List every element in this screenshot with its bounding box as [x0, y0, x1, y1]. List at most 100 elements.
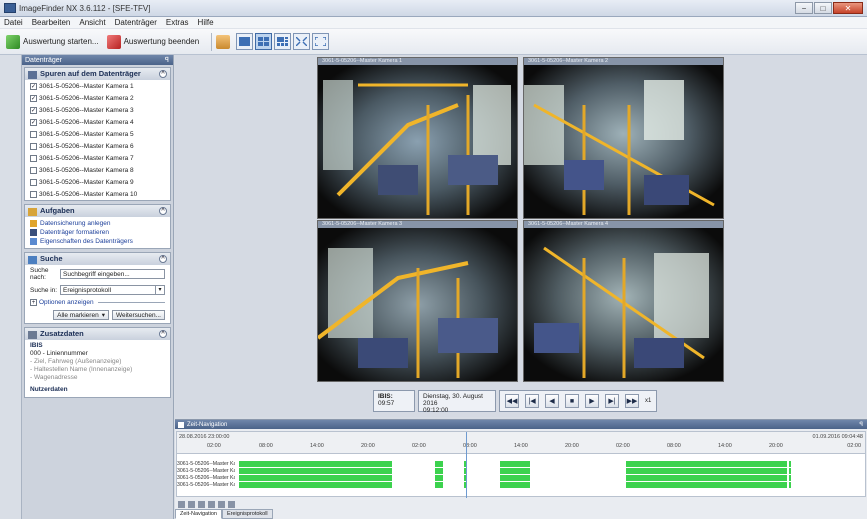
- close-button[interactable]: ✕: [833, 2, 863, 14]
- track-checkbox[interactable]: ✓: [30, 118, 37, 126]
- track-item[interactable]: ✓ 3061-5-05206--Master Kamera 2: [25, 92, 170, 104]
- time-ruler[interactable]: 28.08.2016 23:00:00 02:00 01.09.2016 09:…: [177, 432, 865, 454]
- recording-segment[interactable]: [789, 461, 791, 467]
- pin-icon[interactable]: ꟼ: [165, 56, 169, 64]
- minimize-button[interactable]: −: [795, 2, 813, 14]
- task-properties[interactable]: Eigenschaften des Datenträgers: [25, 237, 170, 246]
- track-checkbox[interactable]: ✓: [30, 82, 37, 90]
- view-multi-button[interactable]: [274, 33, 292, 50]
- timeline-track-area[interactable]: 28.08.2016 23:00:00 02:00 01.09.2016 09:…: [176, 431, 866, 498]
- recording-segment[interactable]: [789, 468, 791, 474]
- track-item[interactable]: 3061-5-05206--Master Kamera 9: [25, 176, 170, 188]
- recording-segment[interactable]: [626, 461, 787, 467]
- view-single-button[interactable]: [236, 33, 254, 50]
- camera-view-4[interactable]: 3061-5-05206--Master Kamera 4: [523, 220, 724, 382]
- stop-analysis-button[interactable]: Auswertung beenden: [106, 34, 199, 49]
- collapse-icon[interactable]: ^: [159, 330, 167, 338]
- options-label[interactable]: Optionen anzeigen: [39, 299, 94, 306]
- camera-view-3[interactable]: 3061-5-05206--Master Kamera 3: [317, 220, 518, 382]
- pin-icon[interactable]: ꟼ: [859, 421, 863, 428]
- menu-datentraeger[interactable]: Datenträger: [115, 18, 157, 27]
- recording-segment[interactable]: [789, 482, 791, 488]
- timeline-row[interactable]: 3061-5-05206--Master Kamera 4: [177, 482, 865, 489]
- menu-ansicht[interactable]: Ansicht: [79, 18, 105, 27]
- recording-segment[interactable]: [435, 475, 443, 481]
- track-item[interactable]: ✓ 3061-5-05206--Master Kamera 4: [25, 116, 170, 128]
- search-in-select[interactable]: Ereignisprotokoll ▾: [60, 285, 165, 295]
- timeline-row[interactable]: 3061-5-05206--Master Kamera 1: [177, 461, 865, 468]
- recording-segment[interactable]: [464, 461, 466, 467]
- view-quad-button[interactable]: [255, 33, 273, 50]
- recording-segment[interactable]: [239, 482, 392, 488]
- menu-hilfe[interactable]: Hilfe: [198, 18, 214, 27]
- track-checkbox[interactable]: [30, 142, 37, 150]
- track-checkbox[interactable]: ✓: [30, 106, 37, 114]
- fast-forward-button[interactable]: ▶▶: [625, 394, 639, 408]
- mark-all-button[interactable]: Alle markieren ▾: [53, 310, 109, 320]
- collapse-icon[interactable]: ^: [159, 207, 167, 215]
- step-back-button[interactable]: |◀: [525, 394, 539, 408]
- zoom-fit-icon[interactable]: [198, 501, 205, 508]
- track-checkbox[interactable]: [30, 130, 37, 138]
- track-checkbox[interactable]: [30, 166, 37, 174]
- fast-rewind-button[interactable]: ◀◀: [505, 394, 519, 408]
- menu-bearbeiten[interactable]: Bearbeiten: [32, 18, 71, 27]
- shrink-view-button[interactable]: [293, 33, 311, 50]
- recording-segment[interactable]: [435, 461, 443, 467]
- track-item[interactable]: ✓ 3061-5-05206--Master Kamera 3: [25, 104, 170, 116]
- collapse-icon[interactable]: ^: [159, 70, 167, 78]
- tab-time-navigation[interactable]: Zeit-Navigation: [175, 509, 222, 519]
- tracks-section-header[interactable]: Spuren auf dem Datenträger ^: [25, 68, 170, 80]
- recording-segment[interactable]: [464, 482, 466, 488]
- track-checkbox[interactable]: [30, 178, 37, 186]
- recording-segment[interactable]: [500, 482, 530, 488]
- tasks-section-header[interactable]: Aufgaben ^: [25, 205, 170, 217]
- track-checkbox[interactable]: [30, 190, 37, 198]
- recording-segment[interactable]: [626, 468, 787, 474]
- chevron-down-icon[interactable]: ▾: [102, 311, 105, 319]
- fullscreen-button[interactable]: [312, 33, 330, 50]
- track-checkbox[interactable]: [30, 154, 37, 162]
- recording-segment[interactable]: [464, 475, 466, 481]
- track-item[interactable]: 3061-5-05206--Master Kamera 7: [25, 152, 170, 164]
- recording-segment[interactable]: [435, 468, 443, 474]
- zoom-in-icon[interactable]: [178, 501, 185, 508]
- export-icon[interactable]: [218, 501, 225, 508]
- recording-segment[interactable]: [464, 468, 466, 474]
- recording-segment[interactable]: [500, 475, 530, 481]
- person-icon[interactable]: [216, 34, 231, 49]
- track-item[interactable]: 3061-5-05206--Master Kamera 10: [25, 188, 170, 200]
- maximize-button[interactable]: □: [814, 2, 832, 14]
- track-checkbox[interactable]: ✓: [30, 94, 37, 102]
- tab-event-log[interactable]: Ereignisprotokoll: [222, 509, 273, 519]
- track-item[interactable]: 3061-5-05206--Master Kamera 5: [25, 128, 170, 140]
- search-section-header[interactable]: Suche ^: [25, 253, 170, 265]
- recording-segment[interactable]: [500, 468, 530, 474]
- search-input[interactable]: Suchbegriff eingeben...: [60, 269, 165, 279]
- recording-segment[interactable]: [626, 475, 787, 481]
- start-analysis-button[interactable]: Auswertung starten...: [6, 34, 99, 49]
- track-item[interactable]: ✓ 3061-5-05206--Master Kamera 1: [25, 80, 170, 92]
- recording-segment[interactable]: [435, 482, 443, 488]
- marker-icon[interactable]: [208, 501, 215, 508]
- recording-segment[interactable]: [239, 461, 392, 467]
- menu-extras[interactable]: Extras: [166, 18, 189, 27]
- recording-segment[interactable]: [789, 475, 791, 481]
- play-button[interactable]: ▶: [585, 394, 599, 408]
- recording-segment[interactable]: [626, 482, 787, 488]
- step-forward-button[interactable]: ▶|: [605, 394, 619, 408]
- camera-view-2[interactable]: 3061-5-05206--Master Kamera 2: [523, 57, 724, 219]
- recording-segment[interactable]: [500, 461, 530, 467]
- recording-segment[interactable]: [239, 468, 392, 474]
- track-item[interactable]: 3061-5-05206--Master Kamera 6: [25, 140, 170, 152]
- zoom-out-icon[interactable]: [188, 501, 195, 508]
- timeline-row[interactable]: 3061-5-05206--Master Kamera 3: [177, 475, 865, 482]
- settings-icon[interactable]: [228, 501, 235, 508]
- track-item[interactable]: 3061-5-05206--Master Kamera 8: [25, 164, 170, 176]
- play-reverse-button[interactable]: ◀: [545, 394, 559, 408]
- menu-datei[interactable]: Datei: [4, 18, 23, 27]
- options-toggle-icon[interactable]: +: [30, 299, 37, 306]
- task-backup[interactable]: Datensicherung anlegen: [25, 219, 170, 228]
- camera-view-1[interactable]: 3061-5-05206--Master Kamera 1: [317, 57, 518, 219]
- task-format[interactable]: Datenträger formatieren: [25, 228, 170, 237]
